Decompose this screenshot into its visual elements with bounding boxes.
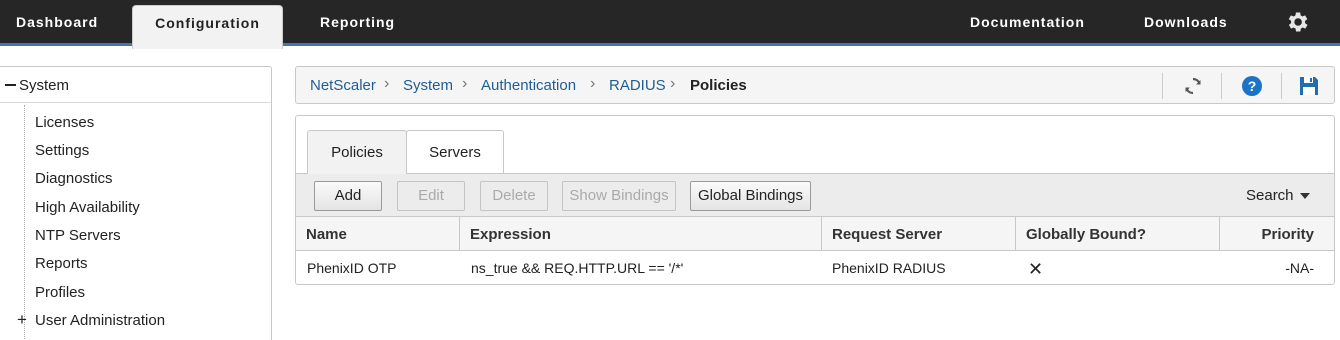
system-tree: System Licenses Settings Diagnostics Hig… xyxy=(0,66,272,340)
help-icon[interactable]: ? xyxy=(1240,74,1264,98)
action-toolbar: Add Edit Delete Show Bindings Global Bin… xyxy=(296,173,1334,217)
column-header-name[interactable]: Name xyxy=(306,226,347,243)
breadcrumb-current: Policies xyxy=(690,77,747,94)
refresh-icon[interactable] xyxy=(1181,74,1205,98)
column-header-request-server[interactable]: Request Server xyxy=(832,226,942,243)
tree-item-licenses[interactable]: Licenses xyxy=(35,114,94,131)
column-divider xyxy=(1219,217,1220,251)
policies-panel: Policies Servers Add Edit Delete Show Bi… xyxy=(295,115,1335,285)
cell-name: PhenixID OTP xyxy=(307,260,397,276)
breadcrumb-system[interactable]: System xyxy=(403,77,453,94)
breadcrumb-netscaler[interactable]: NetScaler xyxy=(310,77,376,94)
tree-item-user-administration[interactable]: User Administration xyxy=(35,312,165,329)
show-bindings-button[interactable]: Show Bindings xyxy=(562,181,676,211)
tree-item-diagnostics[interactable]: Diagnostics xyxy=(35,170,113,187)
add-button[interactable]: Add xyxy=(314,181,382,211)
cell-request-server: PhenixID RADIUS xyxy=(832,260,946,276)
tab-servers[interactable]: Servers xyxy=(406,130,504,173)
chevron-right-icon: › xyxy=(590,75,596,92)
tree-item-profiles[interactable]: Profiles xyxy=(35,284,85,301)
breadcrumb-radius[interactable]: RADIUS xyxy=(609,77,666,94)
table-header: Name Expression Request Server Globally … xyxy=(296,217,1334,251)
chevron-right-icon: › xyxy=(462,75,468,92)
tree-root-label: System xyxy=(19,77,70,94)
divider xyxy=(1281,73,1282,99)
nav-tab-dashboard[interactable]: Dashboard xyxy=(16,0,98,46)
chevron-right-icon: › xyxy=(384,75,390,92)
global-bindings-button[interactable]: Global Bindings xyxy=(690,181,811,211)
column-divider xyxy=(1015,217,1016,251)
column-divider xyxy=(821,217,822,251)
collapse-icon[interactable] xyxy=(5,84,16,86)
cell-priority: -NA- xyxy=(1285,260,1314,276)
search-dropdown[interactable]: Search xyxy=(1246,187,1310,204)
expand-icon[interactable]: + xyxy=(17,310,27,330)
column-header-priority[interactable]: Priority xyxy=(1261,226,1314,243)
breadcrumb: NetScaler › System › Authentication › RA… xyxy=(295,66,1335,104)
divider xyxy=(1221,73,1222,99)
column-header-expression[interactable]: Expression xyxy=(470,226,551,243)
svg-text:?: ? xyxy=(1248,78,1257,94)
edit-button[interactable]: Edit xyxy=(397,181,465,211)
downloads-link[interactable]: Downloads xyxy=(1144,0,1228,46)
tree-item-high-availability[interactable]: High Availability xyxy=(35,199,140,216)
save-icon[interactable] xyxy=(1297,74,1321,98)
tree-item-ntp-servers[interactable]: NTP Servers xyxy=(35,227,121,244)
top-nav-bar: Dashboard Configuration Reporting Docume… xyxy=(0,0,1340,49)
cell-expression: ns_true && REQ.HTTP.URL == '/*' xyxy=(471,260,684,276)
table-row[interactable]: PhenixID OTP ns_true && REQ.HTTP.URL == … xyxy=(296,251,1334,285)
column-header-globally-bound[interactable]: Globally Bound? xyxy=(1026,226,1146,243)
documentation-link[interactable]: Documentation xyxy=(970,0,1085,46)
tree-item-reports[interactable]: Reports xyxy=(35,255,88,272)
chevron-right-icon: › xyxy=(670,75,676,92)
tree-item-settings[interactable]: Settings xyxy=(35,142,89,159)
tab-policies[interactable]: Policies xyxy=(307,130,407,174)
column-divider xyxy=(459,217,460,251)
tree-guide-line xyxy=(24,105,25,340)
delete-button[interactable]: Delete xyxy=(480,181,548,211)
cross-icon: ✕ xyxy=(1028,259,1044,279)
search-label: Search xyxy=(1246,187,1294,204)
nav-tab-configuration[interactable]: Configuration xyxy=(132,5,283,49)
tree-root-system[interactable]: System xyxy=(0,67,271,103)
divider xyxy=(1162,73,1163,99)
breadcrumb-authentication[interactable]: Authentication xyxy=(481,77,576,94)
caret-down-icon xyxy=(1299,193,1310,200)
nav-tab-reporting[interactable]: Reporting xyxy=(320,0,395,46)
gear-icon[interactable] xyxy=(1284,9,1310,35)
